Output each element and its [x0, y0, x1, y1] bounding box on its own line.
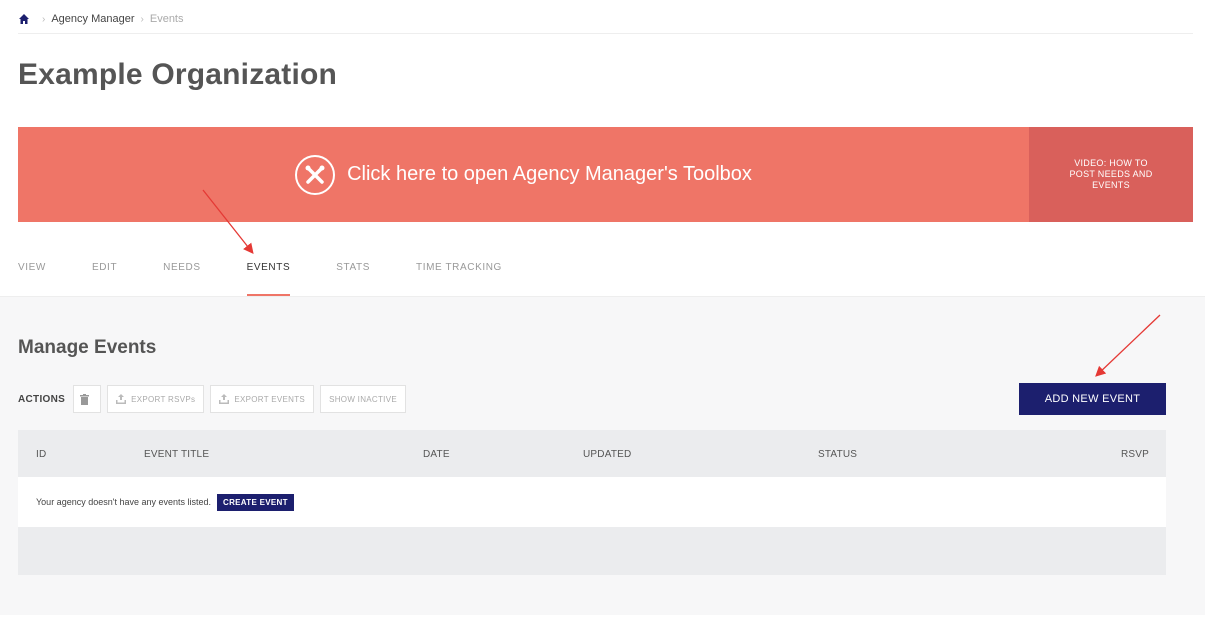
video-how-to-button[interactable]: VIDEO: HOW TO POST NEEDS AND EVENTS — [1029, 127, 1193, 222]
breadcrumb: › Agency Manager › Events — [18, 10, 184, 28]
export-events-label: EXPORT EVENTS — [234, 394, 306, 404]
toolbox-open-link[interactable]: Click here to open Agency Manager's Tool… — [18, 127, 1029, 222]
column-header-id[interactable]: ID — [36, 449, 46, 460]
export-rsvps-label: EXPORT RSVPs — [131, 394, 196, 404]
create-event-button[interactable]: CREATE EVENT — [217, 493, 294, 511]
tab-events[interactable]: EVENTS — [246, 262, 291, 296]
tab-view[interactable]: VIEW — [18, 262, 46, 296]
tab-bar: VIEW EDIT NEEDS EVENTS STATS TIME TRACKI… — [18, 262, 548, 296]
tab-edit[interactable]: EDIT — [92, 262, 117, 296]
toolbox-link-text: Click here to open Agency Manager's Tool… — [347, 163, 752, 185]
section-title: Manage Events — [18, 337, 157, 358]
top-divider — [18, 33, 1193, 34]
delete-button[interactable] — [73, 385, 102, 413]
tab-stats[interactable]: STATS — [336, 262, 370, 296]
breadcrumb-current: Events — [149, 13, 184, 25]
export-events-button[interactable]: EXPORT EVENTS — [210, 385, 315, 413]
breadcrumb-separator: › — [140, 13, 144, 25]
column-header-status[interactable]: STATUS — [818, 449, 857, 460]
breadcrumb-separator: › — [42, 13, 46, 25]
export-rsvps-button[interactable]: EXPORT RSVPs — [107, 385, 205, 413]
video-how-to-label: VIDEO: HOW TO POST NEEDS AND EVENTS — [1069, 158, 1153, 190]
tab-time-tracking[interactable]: TIME TRACKING — [416, 262, 502, 296]
empty-state-message: Your agency doesn't have any events list… — [36, 497, 212, 507]
export-icon — [219, 394, 230, 404]
actions-toolbar: ACTIONS EXPORT RSVPs EXPORT EVENTS SHOW … — [18, 385, 412, 413]
toolbox-banner: Click here to open Agency Manager's Tool… — [18, 127, 1193, 222]
add-new-event-button[interactable]: ADD NEW EVENT — [1019, 383, 1166, 415]
show-inactive-label: SHOW INACTIVE — [329, 394, 397, 404]
tools-icon — [295, 154, 336, 195]
page: › Agency Manager › Events Example Organi… — [0, 0, 1205, 621]
column-header-updated[interactable]: UPDATED — [583, 449, 631, 460]
column-header-rsvp[interactable]: RSVP — [1121, 449, 1149, 460]
actions-label: ACTIONS — [18, 393, 66, 405]
page-title: Example Organization — [18, 58, 338, 91]
trash-icon — [80, 393, 90, 405]
breadcrumb-agency-manager[interactable]: Agency Manager — [51, 13, 134, 25]
manage-events-section: Manage Events ACTIONS EXPORT RSVPs EXPOR… — [0, 297, 1205, 615]
tab-needs[interactable]: NEEDS — [163, 262, 200, 296]
export-icon — [116, 394, 127, 404]
table-header: ID EVENT TITLE DATE UPDATED STATUS RSVP — [18, 430, 1166, 477]
events-table: ID EVENT TITLE DATE UPDATED STATUS RSVP … — [18, 430, 1166, 575]
column-header-event-title[interactable]: EVENT TITLE — [144, 449, 209, 460]
show-inactive-button[interactable]: SHOW INACTIVE — [320, 385, 406, 413]
column-header-date[interactable]: DATE — [423, 449, 450, 460]
home-icon[interactable] — [18, 13, 30, 25]
empty-state-row: Your agency doesn't have any events list… — [18, 477, 1166, 527]
